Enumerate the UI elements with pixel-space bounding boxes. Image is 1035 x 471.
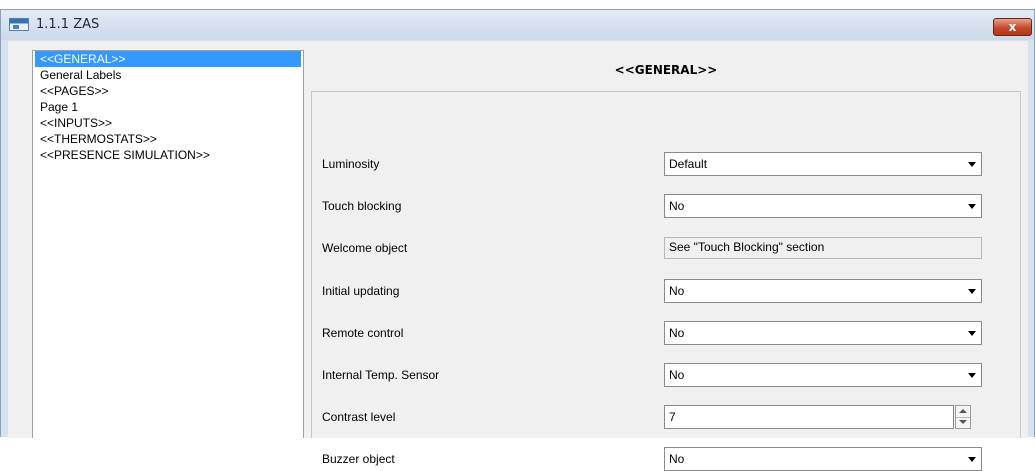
touch-blocking-dropdown[interactable]: No	[664, 194, 982, 218]
row-initial-updating: Initial updating No	[312, 279, 1020, 303]
chevron-down-icon	[968, 457, 976, 462]
tree-item-inputs[interactable]: <<INPUTS>>	[33, 115, 303, 131]
client-area: <<GENERAL>> General Labels <<PAGES>> Pag…	[8, 41, 1028, 471]
initial-updating-label: Initial updating	[322, 284, 400, 298]
contrast-level-value: 7	[669, 410, 676, 424]
initial-updating-dropdown[interactable]: No	[664, 279, 982, 303]
buzzer-object-dropdown[interactable]: No	[664, 447, 982, 471]
remote-control-dropdown[interactable]: No	[664, 321, 982, 345]
remote-control-value: No	[669, 326, 685, 340]
window-title: 1.1.1 ZAS	[36, 17, 100, 32]
welcome-object-field: See "Touch Blocking" section	[664, 237, 982, 259]
tree-item-thermostats[interactable]: <<THERMOSTATS>>	[33, 131, 303, 147]
chevron-down-icon	[968, 289, 976, 294]
welcome-object-label: Welcome object	[322, 241, 408, 255]
buzzer-object-label: Buzzer object	[322, 452, 395, 466]
tree-item-general[interactable]: <<GENERAL>>	[35, 51, 301, 67]
tree-item-pages[interactable]: <<PAGES>>	[33, 83, 303, 99]
internal-temp-sensor-label: Internal Temp. Sensor	[322, 368, 440, 382]
chevron-down-icon	[968, 331, 976, 336]
row-remote-control: Remote control No	[312, 321, 1020, 345]
internal-temp-sensor-dropdown[interactable]: No	[664, 363, 982, 387]
row-touch-blocking: Touch blocking No	[312, 194, 1020, 218]
luminosity-label: Luminosity	[322, 157, 380, 171]
chevron-down-icon	[968, 373, 976, 378]
tree-item-general-labels[interactable]: General Labels	[33, 67, 303, 83]
tree-item-presence-simulation[interactable]: <<PRESENCE SIMULATION>>	[33, 147, 303, 163]
panel-title: <<GENERAL>>	[614, 63, 718, 77]
close-button[interactable]: x	[993, 18, 1032, 36]
luminosity-value: Default	[669, 157, 708, 171]
welcome-object-value: See "Touch Blocking" section	[669, 240, 825, 254]
luminosity-dropdown[interactable]: Default	[664, 152, 982, 176]
contrast-level-stepper[interactable]	[955, 405, 971, 429]
spin-down-icon[interactable]	[956, 417, 970, 428]
window: 1.1.1 ZAS x <<GENERAL>> General Labels <…	[0, 9, 1035, 471]
remote-control-label: Remote control	[322, 326, 404, 340]
touch-blocking-value: No	[669, 199, 685, 213]
row-buzzer-object: Buzzer object No	[312, 447, 1020, 471]
internal-temp-sensor-value: No	[669, 368, 685, 382]
row-welcome-object: Welcome object See "Touch Blocking" sect…	[312, 236, 1020, 260]
parameter-form: Luminosity Default Touch blocking No Wel…	[311, 91, 1021, 471]
contrast-level-label: Contrast level	[322, 410, 396, 424]
touch-blocking-label: Touch blocking	[322, 199, 402, 213]
app-window-icon	[9, 18, 29, 31]
row-internal-temp-sensor: Internal Temp. Sensor No	[312, 363, 1020, 387]
row-contrast-level: Contrast level 7	[312, 405, 1020, 429]
buzzer-object-value: No	[669, 452, 685, 466]
row-luminosity: Luminosity Default	[312, 152, 1020, 176]
contrast-level-input[interactable]: 7	[664, 405, 954, 429]
chevron-down-icon	[968, 204, 976, 209]
tree-item-page-1[interactable]: Page 1	[33, 99, 303, 115]
title-bar: 1.1.1 ZAS x	[1, 10, 1034, 40]
chevron-down-icon	[968, 162, 976, 167]
initial-updating-value: No	[669, 284, 685, 298]
navigation-tree: <<GENERAL>> General Labels <<PAGES>> Pag…	[32, 50, 304, 438]
